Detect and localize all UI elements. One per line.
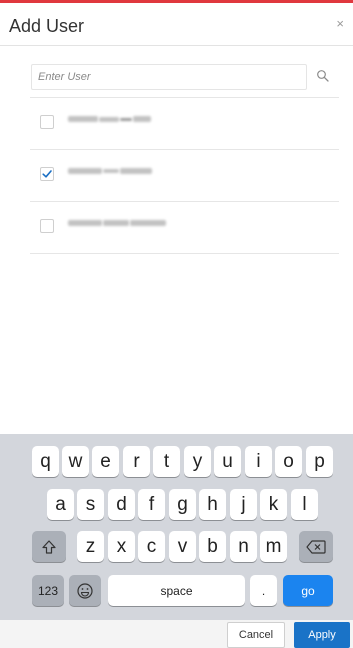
user-checkbox[interactable] — [40, 219, 54, 233]
key-b[interactable]: b — [199, 531, 226, 562]
numbers-key[interactable]: 123 — [32, 575, 64, 606]
list-item[interactable] — [30, 149, 339, 201]
checkmark-icon — [42, 170, 52, 178]
key-o[interactable]: o — [275, 446, 302, 477]
close-icon[interactable]: × — [336, 15, 344, 33]
shift-key[interactable] — [32, 531, 66, 562]
key-i[interactable]: i — [245, 446, 272, 477]
backspace-icon — [306, 539, 326, 554]
space-key[interactable]: space — [108, 575, 245, 606]
user-list — [30, 97, 339, 254]
dialog-header: Add User × — [0, 3, 353, 46]
emoji-icon — [77, 582, 93, 599]
key-x[interactable]: x — [108, 531, 135, 562]
key-m[interactable]: m — [260, 531, 287, 562]
key-s[interactable]: s — [77, 489, 104, 520]
list-item[interactable] — [30, 97, 339, 149]
key-c[interactable]: c — [138, 531, 165, 562]
search-icon[interactable] — [316, 69, 330, 83]
key-r[interactable]: r — [123, 446, 150, 477]
key-e[interactable]: e — [92, 446, 119, 477]
key-z[interactable]: z — [77, 531, 104, 562]
on-screen-keyboard: q w e r t y u i o p a s d f g h j k l z … — [0, 434, 353, 620]
cancel-button[interactable]: Cancel — [227, 622, 285, 648]
key-u[interactable]: u — [214, 446, 241, 477]
go-key[interactable]: go — [283, 575, 333, 606]
key-t[interactable]: t — [153, 446, 180, 477]
key-n[interactable]: n — [230, 531, 257, 562]
user-name-redacted — [68, 165, 152, 177]
user-name-redacted — [68, 113, 151, 125]
shift-icon — [42, 539, 56, 554]
key-a[interactable]: a — [47, 489, 74, 520]
user-checkbox[interactable] — [40, 115, 54, 129]
key-w[interactable]: w — [62, 446, 89, 477]
period-key[interactable]: . — [250, 575, 277, 606]
dialog-title: Add User — [9, 16, 85, 36]
key-y[interactable]: y — [184, 446, 211, 477]
key-g[interactable]: g — [169, 489, 196, 520]
user-name-redacted — [68, 217, 166, 229]
key-d[interactable]: d — [108, 489, 135, 520]
key-f[interactable]: f — [138, 489, 165, 520]
user-checkbox-checked[interactable] — [40, 167, 54, 181]
key-k[interactable]: k — [260, 489, 287, 520]
key-l[interactable]: l — [291, 489, 318, 520]
dialog-footer: Cancel Apply — [0, 620, 353, 648]
apply-button[interactable]: Apply — [294, 622, 350, 648]
key-p[interactable]: p — [306, 446, 333, 477]
search-input[interactable] — [31, 64, 307, 90]
key-j[interactable]: j — [230, 489, 257, 520]
emoji-key[interactable] — [69, 575, 101, 606]
key-h[interactable]: h — [199, 489, 226, 520]
key-q[interactable]: q — [32, 446, 59, 477]
key-v[interactable]: v — [169, 531, 196, 562]
list-item[interactable] — [30, 201, 339, 254]
backspace-key[interactable] — [299, 531, 333, 562]
